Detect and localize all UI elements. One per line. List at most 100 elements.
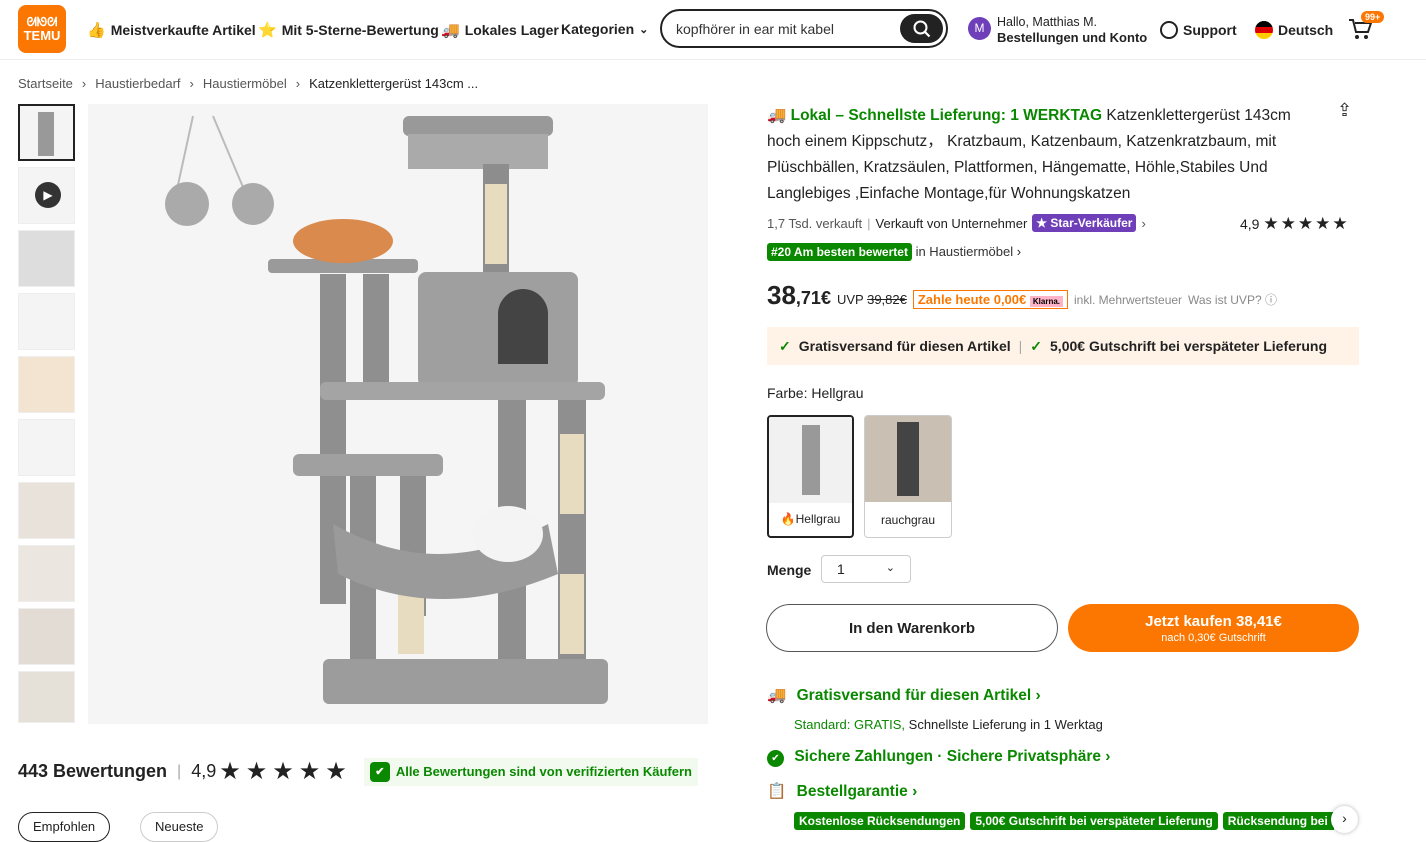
uvp-help[interactable]: Was ist UVP? ⓘ <box>1188 291 1277 308</box>
add-cart-label: In den Warenkorb <box>848 619 976 637</box>
color-swatch-image <box>865 416 951 502</box>
cart-button[interactable]: 99+ <box>1347 11 1385 42</box>
add-to-cart-button[interactable]: In den Warenkorb <box>766 604 1058 652</box>
secure-title: Sichere Zahlungen · Sichere Privatsphäre <box>794 748 1101 765</box>
product-rating[interactable]: 4,9 ★★★★★ <box>1240 214 1350 234</box>
flame-icon: 🔥 <box>780 512 796 526</box>
search-button[interactable] <box>900 14 943 43</box>
top-header: ᘛᘚᘛ TEMU 👍 Meistverkaufte Artikel ⭐ Mit 5-… <box>0 0 1426 60</box>
chevron-right-icon: › <box>189 76 194 91</box>
nav-five-star[interactable]: ⭐ Mit 5-Sterne-Bewertung <box>258 21 439 39</box>
thumbnail[interactable] <box>18 230 75 287</box>
secure-section[interactable]: ✔ Sichere Zahlungen · Sichere Privatsphä… <box>767 748 1110 767</box>
thumbnail-video[interactable]: ▶ <box>18 167 75 224</box>
color-name: rauchgrau <box>880 513 936 527</box>
review-filter-newest[interactable]: Neueste <box>140 812 219 842</box>
guarantee-section[interactable]: 📋 Bestellgarantie › <box>767 782 917 801</box>
shipping-section[interactable]: 🚚 Gratisversand für diesen Artikel › <box>767 686 1041 705</box>
rank-info[interactable]: #20 Am besten bewertet in Haustiermöbel … <box>767 243 1021 261</box>
quantity-select[interactable]: 1 ⌄ <box>821 555 911 583</box>
price-cents: ,71€ <box>795 288 831 308</box>
truck-icon: 🚚 <box>767 687 787 704</box>
language-selector[interactable]: Deutsch <box>1255 21 1333 39</box>
nav-categories[interactable]: Kategorien ⌄ <box>561 21 648 37</box>
tags-next-button[interactable]: › <box>1331 806 1358 833</box>
thumbnail[interactable] <box>18 293 75 350</box>
breadcrumb-item[interactable]: Haustierbedarf <box>95 76 180 91</box>
account-menu[interactable]: Hallo, Matthias M. Bestellungen und Kont… <box>997 14 1147 46</box>
benefit-label: 5,00€ Gutschrift bei verspäteter Lieferu… <box>1050 338 1327 354</box>
guarantee-tag: Rücksendung bei Beschädigung <box>1222 812 1334 830</box>
delivery-label: Lokal – Schnellste Lieferung: 1 WERKTAG <box>790 107 1103 124</box>
uvp-question: Was ist UVP? <box>1188 293 1262 307</box>
support-link[interactable]: Support <box>1160 21 1237 39</box>
benefit-banner: ✓ Gratisversand für diesen Artikel | ✓ 5,0… <box>767 327 1359 365</box>
pay-later-badge[interactable]: Zahle heute 0,00€ Klarna. <box>912 290 1068 309</box>
filter-label: Neueste <box>155 819 204 834</box>
verified-note: ✔ Alle Bewertungen sind von verifizierte… <box>363 757 698 786</box>
buy-now-sub: nach 0,30€ Gutschrift <box>1161 631 1266 644</box>
thumbs-up-icon: 👍 <box>87 22 106 39</box>
buy-now-label: Jetzt kaufen 38,41€ <box>1145 612 1282 630</box>
thumbnail[interactable] <box>18 545 75 602</box>
breadcrumb-item[interactable]: Haustiermöbel <box>203 76 287 91</box>
truck-icon: 🚚 <box>441 22 460 39</box>
greeting: Hallo, Matthias M. <box>997 15 1098 29</box>
delivery-badge: 🚚 Lokal – Schnellste Lieferung: 1 WERKTA… <box>767 107 1103 124</box>
check-icon: ✓ <box>779 337 791 354</box>
rating-value: 4,9 <box>1240 216 1260 232</box>
quantity-label: Menge <box>767 562 812 578</box>
verified-label: Alle Bewertungen sind von verifizierten … <box>395 764 692 779</box>
guarantee-title: Bestellgarantie <box>796 783 908 800</box>
avatar[interactable]: M <box>968 17 991 40</box>
main-product-image[interactable] <box>88 104 708 724</box>
thumbnail-list: ▶ <box>18 104 75 729</box>
thumbnail[interactable] <box>18 419 75 476</box>
support-label: Support <box>1183 22 1237 38</box>
chevron-right-icon: › <box>81 76 87 91</box>
reviews-summary: 443 Bewertungen | 4,9 ★★★★★ ✔ Alle Bewer… <box>18 757 698 786</box>
nav-label: Mit 5-Sterne-Bewertung <box>281 22 439 38</box>
thumbnail[interactable] <box>18 671 75 723</box>
seller-label[interactable]: Verkauft von Unternehmer <box>876 216 1028 231</box>
thumbnail[interactable] <box>18 608 75 665</box>
guarantee-tags: Kostenlose Rücksendungen 5,00€ Gutschrift… <box>794 812 1334 830</box>
uvp: UVP 39,82€ <box>837 292 907 307</box>
temu-logo[interactable]: ᘛᘚᘛ TEMU <box>18 5 66 53</box>
nav-label: Meistverkaufte Artikel <box>110 22 256 38</box>
color-option-label: 🔥Hellgrau <box>769 503 852 526</box>
color-label: Farbe: Hellgrau <box>767 385 864 401</box>
guarantee-tag: Kostenlose Rücksendungen <box>794 812 966 830</box>
shipping-standard: Standard: GRATIS, <box>794 717 906 732</box>
check-icon: ✓ <box>1030 337 1043 354</box>
search-input[interactable] <box>676 20 896 37</box>
price: 38,71€ <box>767 280 831 311</box>
thumbnail[interactable] <box>18 104 75 161</box>
logo-text: TEMU <box>23 28 61 43</box>
breadcrumb-item[interactable]: Startseite <box>18 76 73 91</box>
nav-local-warehouse[interactable]: 🚚 Lokales Lager <box>441 21 559 39</box>
share-icon[interactable]: ⇪ <box>1337 100 1352 121</box>
star-seller-label: Star-Verkäufer <box>1050 216 1133 230</box>
buy-now-button[interactable]: Jetzt kaufen 38,41€ nach 0,30€ Gutschrif… <box>1068 604 1359 652</box>
breadcrumb-current: Katzenklettergerüst 143cm ... <box>309 76 479 91</box>
thumbnail[interactable] <box>18 482 75 539</box>
rating-stars: ★★★★★ <box>1263 214 1350 233</box>
star-seller-badge[interactable]: ★ Star-Verkäufer <box>1032 214 1137 232</box>
uvp-label: UVP <box>836 292 864 307</box>
clipboard-icon: 📋 <box>767 783 787 800</box>
star-chat-icon: ⭐ <box>258 22 277 39</box>
color-option-hellgrau[interactable]: 🔥Hellgrau <box>767 415 854 538</box>
rating-stars: ★★★★★ <box>219 758 352 785</box>
review-filter-recommended[interactable]: Empfohlen <box>18 812 111 842</box>
chevron-right-icon: › <box>295 76 301 91</box>
review-count: 443 Bewertungen <box>18 761 168 781</box>
shield-icon: ✔ <box>369 761 390 782</box>
thumbnail[interactable] <box>18 356 75 413</box>
shipping-title: Gratisversand für diesen Artikel <box>796 687 1032 704</box>
shield-icon: ✔ <box>767 750 784 767</box>
guarantee-tag: 5,00€ Gutschrift bei verspäteter Lieferu… <box>970 812 1218 830</box>
rank-category: in Haustiermöbel <box>915 244 1014 259</box>
color-option-rauchgrau[interactable]: rauchgrau <box>864 415 952 538</box>
nav-bestsellers[interactable]: 👍 Meistverkaufte Artikel <box>87 21 256 39</box>
